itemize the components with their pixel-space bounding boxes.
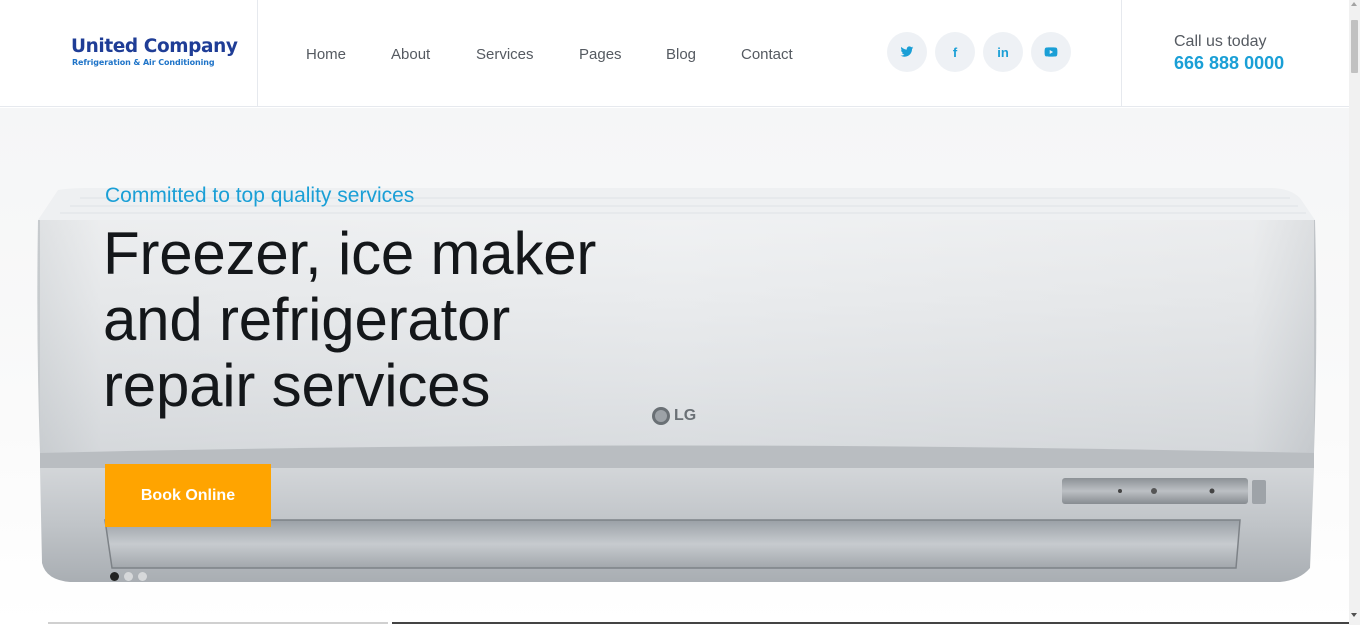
nav-item-blog[interactable]: Blog (666, 46, 696, 63)
nav-item-home[interactable]: Home (306, 46, 346, 63)
logo-subtitle: Refrigeration & Air Conditioning (72, 58, 215, 67)
hero-slider: LG Committed to top quality services Fre… (0, 108, 1349, 625)
page-scrollbar[interactable] (1349, 0, 1360, 625)
hero-headline-line: Freezer, ice maker (103, 220, 597, 287)
linkedin-button[interactable]: in (983, 32, 1023, 72)
hero-subtitle: Committed to top quality services (105, 184, 415, 207)
twitter-button[interactable] (887, 32, 927, 72)
facebook-icon: f (952, 44, 958, 60)
linkedin-icon: in (997, 44, 1009, 60)
hero-headline-line: and refrigerator (103, 286, 511, 353)
site-header: United Company Refrigeration & Air Condi… (0, 0, 1349, 107)
nav-item-about[interactable]: About (391, 46, 430, 63)
slide-dot-1[interactable] (110, 572, 119, 581)
scroll-down-arrow-icon[interactable] (1351, 613, 1357, 617)
youtube-button[interactable] (1031, 32, 1071, 72)
logo[interactable]: United Company Refrigeration & Air Condi… (0, 0, 258, 106)
hero-headline-line: repair services (103, 352, 491, 419)
hero-headline: Freezer, ice maker and refrigerator repa… (103, 221, 723, 419)
nav-item-pages[interactable]: Pages (579, 46, 622, 63)
youtube-icon (1044, 47, 1058, 57)
divider-segment (392, 622, 1360, 624)
call-us: Call us today 666 888 0000 (1121, 0, 1349, 106)
slide-dot-3[interactable] (138, 572, 147, 581)
nav-item-contact[interactable]: Contact (741, 46, 793, 63)
slider-pagination (110, 572, 147, 581)
slide-dot-2[interactable] (124, 572, 133, 581)
divider-segment (48, 622, 388, 624)
scroll-thumb[interactable] (1351, 20, 1358, 73)
twitter-icon (900, 46, 914, 57)
scroll-up-arrow-icon[interactable] (1351, 2, 1357, 6)
nav-item-services[interactable]: Services (476, 46, 534, 63)
call-label: Call us today (1174, 33, 1267, 50)
phone-number[interactable]: 666 888 0000 (1174, 53, 1284, 74)
facebook-button[interactable]: f (935, 32, 975, 72)
logo-title: United Company (71, 36, 238, 57)
book-online-button[interactable]: Book Online (105, 464, 271, 527)
